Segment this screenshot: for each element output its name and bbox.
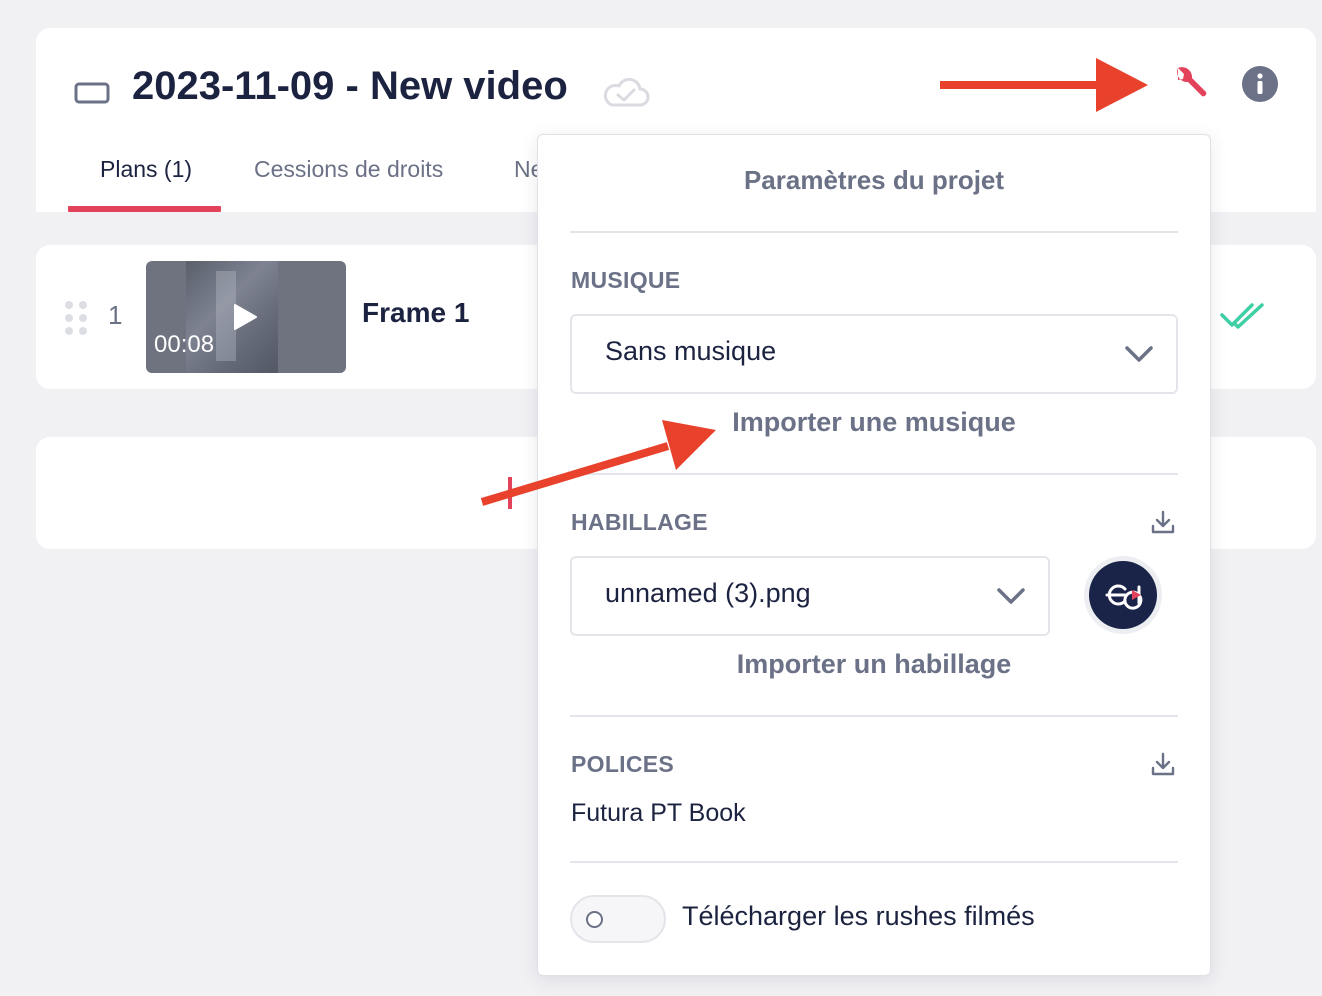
cloud-saved-icon (603, 77, 650, 107)
divider (570, 473, 1178, 475)
divider (570, 861, 1178, 863)
overlay-select[interactable]: unnamed (3).png (570, 556, 1050, 636)
divider (570, 715, 1178, 717)
tab-plans[interactable]: Plans (1) (100, 156, 192, 183)
popover-title: Paramètres du projet (743, 165, 1005, 195)
chevron-down-icon (997, 588, 1025, 604)
double-check-icon (1220, 303, 1264, 329)
tab-cessions-de-droits[interactable]: Cessions de droits (254, 156, 443, 183)
music-select-value: Sans musique (605, 336, 777, 366)
chevron-down-icon (1125, 346, 1153, 362)
overlay-preview-logo (1084, 556, 1162, 634)
music-section-label: MUSIQUE (571, 267, 681, 293)
monitor-icon (74, 82, 110, 104)
overlay-section-label: HABILLAGE (571, 509, 708, 535)
toggle-knob (586, 911, 603, 928)
frame-name[interactable]: Frame 1 (362, 297, 469, 329)
add-icon[interactable] (490, 477, 530, 509)
frame-duration: 00:08 (154, 331, 215, 358)
import-music-link[interactable]: Importer une musique (538, 407, 1210, 438)
music-select[interactable]: Sans musique (570, 314, 1178, 394)
download-rushes-label: Télécharger les rushes filmés (682, 901, 1035, 931)
brand-logo-icon (1105, 584, 1143, 610)
wrench-icon[interactable] (1170, 64, 1208, 102)
download-icon[interactable] (1150, 751, 1176, 777)
frame-thumbnail[interactable]: 00:08 (146, 261, 346, 373)
info-icon[interactable] (1242, 66, 1278, 102)
font-name: Futura PT Book (571, 799, 746, 827)
active-tab-indicator (68, 206, 221, 212)
logo-image (1089, 561, 1157, 629)
project-title: 2023-11-09 - New video (132, 64, 568, 108)
download-icon[interactable] (1150, 509, 1176, 535)
play-icon[interactable] (232, 303, 258, 331)
download-rushes-toggle[interactable] (570, 895, 666, 943)
project-settings-popover: Paramètres du projet MUSIQUE Sans musiqu… (537, 134, 1211, 976)
divider (570, 231, 1178, 233)
frame-index: 1 (108, 300, 123, 330)
import-overlay-link[interactable]: Importer un habillage (538, 649, 1210, 680)
fonts-section-label: POLICES (571, 751, 675, 777)
overlay-select-value: unnamed (3).png (605, 578, 811, 608)
drag-handle-icon[interactable] (64, 300, 88, 336)
